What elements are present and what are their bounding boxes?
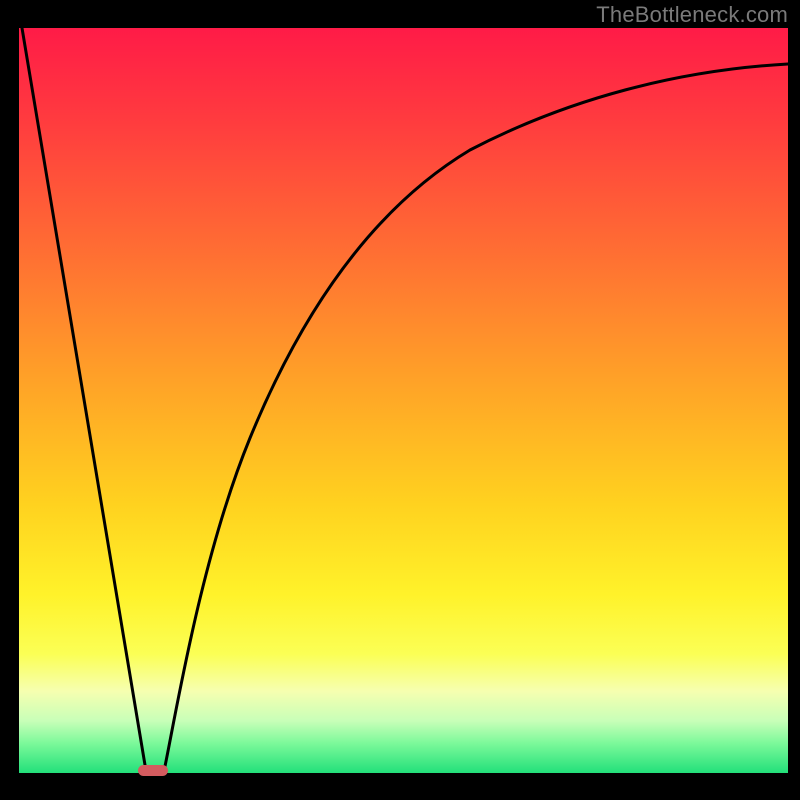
bottleneck-curve [22, 28, 788, 771]
min-marker-pill [138, 765, 168, 776]
chart-root: TheBottleneck.com [0, 0, 800, 800]
curve-layer [0, 0, 800, 800]
